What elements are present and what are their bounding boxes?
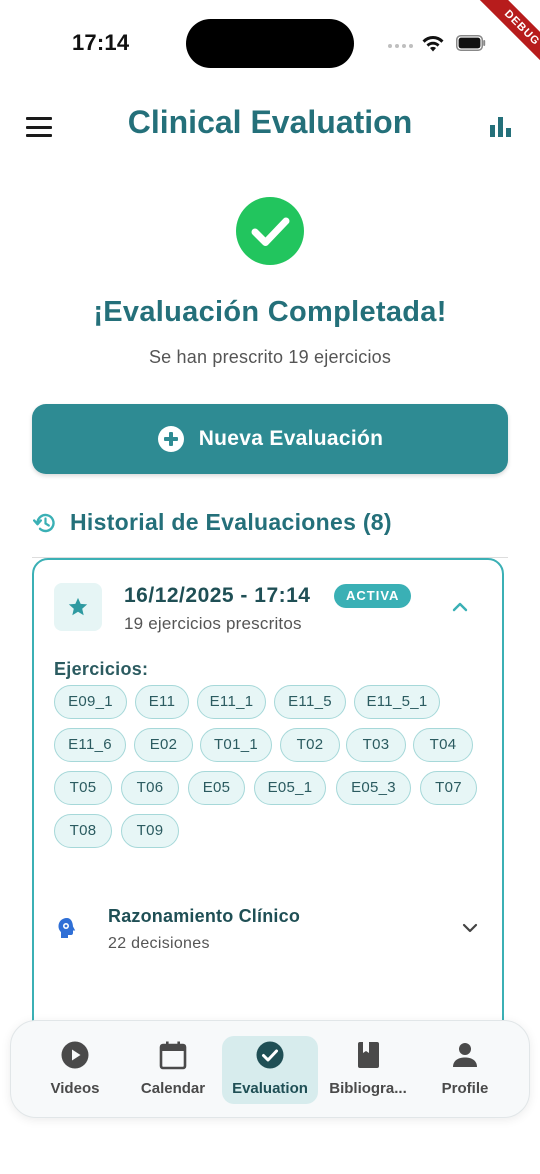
nav-item-profile[interactable]: Profile (420, 1036, 510, 1104)
exercise-chip[interactable]: E05 (188, 771, 245, 805)
history-icon (33, 513, 55, 533)
nav-label-videos: Videos (50, 1080, 100, 1097)
evaluation-subtitle: 19 ejercicios prescritos (124, 614, 302, 633)
book-icon (358, 1042, 379, 1068)
nav-item-bibliography[interactable]: Bibliogra... (322, 1036, 414, 1104)
star-icon (68, 597, 88, 616)
nav-label-evaluation: Evaluation (232, 1080, 308, 1097)
check-circle-icon (236, 197, 304, 265)
exercise-chip[interactable]: T08 (54, 814, 112, 848)
nav-item-evaluation[interactable]: Evaluation (222, 1036, 318, 1104)
exercise-chip[interactable]: E02 (134, 728, 193, 762)
dynamic-island (186, 19, 354, 68)
exercise-chip[interactable]: T03 (346, 728, 406, 762)
evaluation-date: 16/12/2025 - 17:14 (124, 584, 311, 607)
completion-subtitle: Se han prescrito 19 ejercicios (148, 347, 392, 367)
exercise-chip[interactable]: T02 (280, 728, 340, 762)
clinical-reasoning-subtitle: 22 decisiones (108, 935, 210, 952)
clinical-reasoning-title[interactable]: Razonamiento Clínico (108, 906, 300, 927)
exercise-chip[interactable]: E11_5_1 (354, 685, 440, 719)
exercise-chip[interactable]: E09_1 (54, 685, 127, 719)
nav-label-profile: Profile (441, 1080, 489, 1097)
exercise-chip[interactable]: T01_1 (200, 728, 272, 762)
completion-title: ¡Evaluación Completada! (93, 296, 447, 328)
status-time: 17:14 (72, 30, 130, 55)
debug-label: DEBUG (472, 0, 540, 78)
exercise-chip[interactable]: E11_1 (197, 685, 266, 719)
nav-label-calendar: Calendar (140, 1080, 206, 1097)
exercise-chip[interactable]: T05 (54, 771, 112, 805)
star-icon-box (54, 583, 102, 631)
exercise-chip[interactable]: E11 (135, 685, 189, 719)
history-title: Historial de Evaluaciones (8) (70, 509, 392, 535)
new-evaluation-button[interactable]: Nueva Evaluación (32, 404, 508, 474)
calendar-icon (159, 1041, 187, 1070)
nav-item-videos[interactable]: Videos (30, 1036, 120, 1104)
psychology-icon (58, 918, 76, 938)
exercise-chip[interactable]: E05_3 (336, 771, 411, 805)
exercise-chip[interactable]: E11_5 (274, 685, 346, 719)
exercise-chip[interactable]: T09 (121, 814, 179, 848)
exercise-chip[interactable]: T06 (121, 771, 179, 805)
exercise-chip[interactable]: E11_6 (54, 728, 126, 762)
chevron-up-icon[interactable] (450, 597, 470, 617)
chevron-down-icon[interactable] (460, 918, 480, 938)
bar-chart-icon[interactable] (490, 115, 514, 139)
play-circle-icon (61, 1041, 89, 1069)
status-badge: ACTIVA (334, 584, 412, 608)
person-icon (453, 1043, 477, 1067)
new-evaluation-label: Nueva Evaluación (198, 427, 384, 450)
exercise-chip[interactable]: T04 (413, 728, 473, 762)
add-circle-icon (157, 426, 184, 452)
exercises-label: Ejercicios: (54, 659, 149, 679)
check-circle-icon (256, 1041, 284, 1069)
debug-banner: DEBUG (450, 0, 540, 90)
exercise-chip[interactable]: E05_1 (254, 771, 326, 805)
exercise-chip[interactable]: T07 (420, 771, 477, 805)
wifi-icon (422, 36, 444, 52)
page-title: Clinical Evaluation (127, 104, 413, 140)
nav-label-bibliography: Bibliogra... (329, 1080, 407, 1097)
cellular-signal-icon (388, 44, 413, 48)
nav-item-calendar[interactable]: Calendar (128, 1036, 218, 1104)
